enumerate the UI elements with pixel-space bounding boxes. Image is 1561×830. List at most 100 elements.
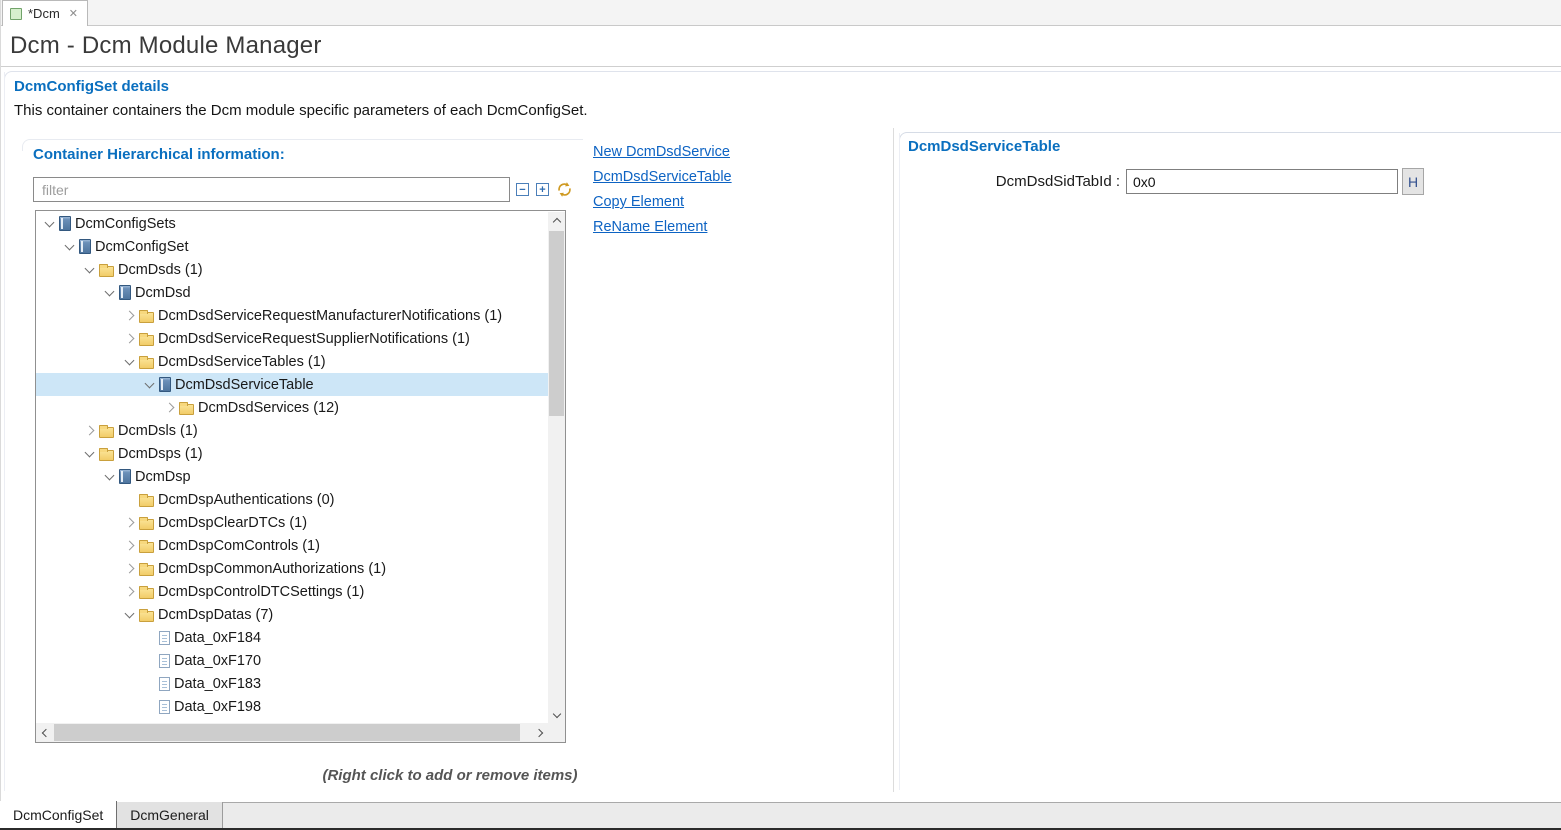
folder-icon — [139, 519, 154, 530]
tree-item-dcmdsdservicerequestsuppliernotifications-1[interactable]: DcmDsdServiceRequestSupplierNotification… — [36, 327, 548, 350]
document-icon — [159, 700, 170, 714]
tree-item-dcmdspcomcontrols-1[interactable]: DcmDspComControls (1) — [36, 534, 548, 557]
dcmdsdsidtabid-input[interactable] — [1126, 169, 1398, 194]
action-link-rename-element[interactable]: ReName Element — [593, 217, 707, 237]
tree-item-dcmdsdservicerequestmanufacturernotifications-1[interactable]: DcmDsdServiceRequestManufacturerNotifica… — [36, 304, 548, 327]
tree-item-dcmdsdservices-12[interactable]: DcmDsdServices (12) — [36, 396, 548, 419]
tree-item-dcmdspauthentications-0[interactable]: DcmDspAuthentications (0) — [36, 488, 548, 511]
tree-item-dcmdsd[interactable]: DcmDsd — [36, 281, 548, 304]
app-window: *Dcm Dcm - Dcm Module Manager DcmConfigS… — [0, 0, 1561, 830]
module-icon — [10, 8, 22, 20]
tree-item-label: DcmDsd — [135, 285, 191, 301]
tree-item-dcmdsp[interactable]: DcmDsp — [36, 465, 548, 488]
chevron-spacer — [122, 492, 137, 507]
container-icon — [159, 377, 171, 392]
tree-item-dcmdspcleardtcs-1[interactable]: DcmDspClearDTCs (1) — [36, 511, 548, 534]
editor-tab-label: *Dcm — [28, 6, 60, 21]
document-icon — [159, 654, 170, 668]
chevron-left-icon — [41, 728, 49, 736]
horizontal-scrollbar[interactable] — [36, 723, 548, 742]
chevron-right-icon[interactable] — [122, 331, 137, 346]
chevron-right-icon — [534, 728, 542, 736]
chevron-right-icon[interactable] — [122, 515, 137, 530]
chevron-right-icon[interactable] — [122, 561, 137, 576]
vertical-scrollbar-thumb[interactable] — [549, 231, 564, 416]
collapse-all-icon[interactable] — [516, 183, 529, 196]
tree-item-data-0xf183[interactable]: Data_0xF183 — [36, 672, 548, 695]
chevron-spacer — [142, 630, 157, 645]
chevron-down-icon[interactable] — [82, 262, 97, 277]
bottom-tab-label: DcmConfigSet — [13, 807, 103, 823]
action-link-dcmdsdservicetable[interactable]: DcmDsdServiceTable — [593, 167, 732, 187]
chevron-spacer — [142, 653, 157, 668]
page-header: Dcm - Dcm Module Manager — [0, 26, 1561, 67]
tree-item-dcmdsps-1[interactable]: DcmDsps (1) — [36, 442, 548, 465]
container-icon — [79, 239, 91, 254]
tree-item-dcmdsdservicetable[interactable]: DcmDsdServiceTable — [36, 373, 548, 396]
tree-item-dcmconfigset[interactable]: DcmConfigSet — [36, 235, 548, 258]
chevron-down-icon[interactable] — [122, 607, 137, 622]
tree-item-label: DcmDsdServiceRequestManufacturerNotifica… — [158, 308, 502, 324]
scroll-left-button[interactable] — [36, 723, 52, 742]
sync-icon[interactable] — [556, 181, 573, 198]
section-description: This container containers the Dcm module… — [14, 102, 588, 119]
bottom-tab-label: DcmGeneral — [130, 807, 209, 823]
tree-item-label: Data_0xF183 — [174, 676, 261, 692]
tree-item-dcmconfigsets[interactable]: DcmConfigSets — [36, 212, 548, 235]
chevron-down-icon[interactable] — [142, 377, 157, 392]
folder-icon — [99, 450, 114, 461]
document-icon — [159, 631, 170, 645]
bottom-tab-dcmgeneral[interactable]: DcmGeneral — [117, 802, 223, 828]
tree-item-data-0xf198[interactable]: Data_0xF198 — [36, 695, 548, 718]
tree-item-data-0xf170[interactable]: Data_0xF170 — [36, 649, 548, 672]
expand-all-icon[interactable] — [536, 183, 549, 196]
tree-item-label: Data_0xF198 — [174, 699, 261, 715]
chevron-down-icon[interactable] — [62, 239, 77, 254]
scroll-right-button[interactable] — [532, 723, 548, 742]
section-border — [4, 71, 1561, 83]
close-icon[interactable] — [69, 7, 78, 20]
tree-item-label: DcmDsdServiceTables (1) — [158, 354, 326, 370]
chevron-down-icon[interactable] — [82, 446, 97, 461]
action-link-new-dcmdsdservice[interactable]: New DcmDsdService — [593, 142, 730, 162]
vertical-scrollbar[interactable] — [548, 212, 565, 723]
tree-item-dcmdsds-1[interactable]: DcmDsds (1) — [36, 258, 548, 281]
bottom-tab-dcmconfigset[interactable]: DcmConfigSet — [0, 801, 117, 828]
chevron-right-icon[interactable] — [122, 308, 137, 323]
tree-section-title: Container Hierarchical information: — [33, 146, 285, 163]
scroll-down-button[interactable] — [548, 707, 565, 723]
section-left-border — [4, 72, 5, 791]
chevron-down-icon[interactable] — [122, 354, 137, 369]
tree-item-dcmdsdservicetables-1[interactable]: DcmDsdServiceTables (1) — [36, 350, 548, 373]
scroll-up-button[interactable] — [548, 212, 565, 228]
folder-icon — [139, 312, 154, 323]
filter-input[interactable] — [33, 177, 510, 202]
chevron-right-icon[interactable] — [82, 423, 97, 438]
chevron-down-icon[interactable] — [42, 216, 57, 231]
tree-item-label: DcmDspAuthentications (0) — [158, 492, 335, 508]
action-links: New DcmDsdService DcmDsdServiceTable Copy … — [593, 142, 732, 237]
editor-tab-dcm[interactable]: *Dcm — [2, 0, 88, 26]
chevron-right-icon[interactable] — [122, 538, 137, 553]
chevron-right-icon[interactable] — [122, 584, 137, 599]
chevron-down-icon[interactable] — [102, 469, 117, 484]
tree-item-label: DcmConfigSet — [95, 239, 188, 255]
container-icon — [119, 285, 131, 300]
folder-icon — [179, 404, 194, 415]
hex-format-button[interactable]: H — [1402, 168, 1424, 195]
tree-item-dcmdspcontroldtcsettings-1[interactable]: DcmDspControlDTCSettings (1) — [36, 580, 548, 603]
tree-item-dcmdspcommonauthorizations-1[interactable]: DcmDspCommonAuthorizations (1) — [36, 557, 548, 580]
tree-item-label: DcmDspCommonAuthorizations (1) — [158, 561, 386, 577]
chevron-right-icon[interactable] — [162, 400, 177, 415]
tree-item-label: Data_0xF184 — [174, 630, 261, 646]
horizontal-scrollbar-thumb[interactable] — [54, 724, 520, 741]
tree-item-label: DcmDsls (1) — [118, 423, 198, 439]
action-link-copy-element[interactable]: Copy Element — [593, 192, 684, 212]
tree-item-dcmdspdatas-7[interactable]: DcmDspDatas (7) — [36, 603, 548, 626]
tree-item-dcmdsls-1[interactable]: DcmDsls (1) — [36, 419, 548, 442]
chevron-down-icon[interactable] — [102, 285, 117, 300]
document-icon — [159, 677, 170, 691]
section-title: DcmConfigSet details — [14, 78, 169, 95]
tree-item-label: DcmDsdServices (12) — [198, 400, 339, 416]
tree-item-data-0xf184[interactable]: Data_0xF184 — [36, 626, 548, 649]
